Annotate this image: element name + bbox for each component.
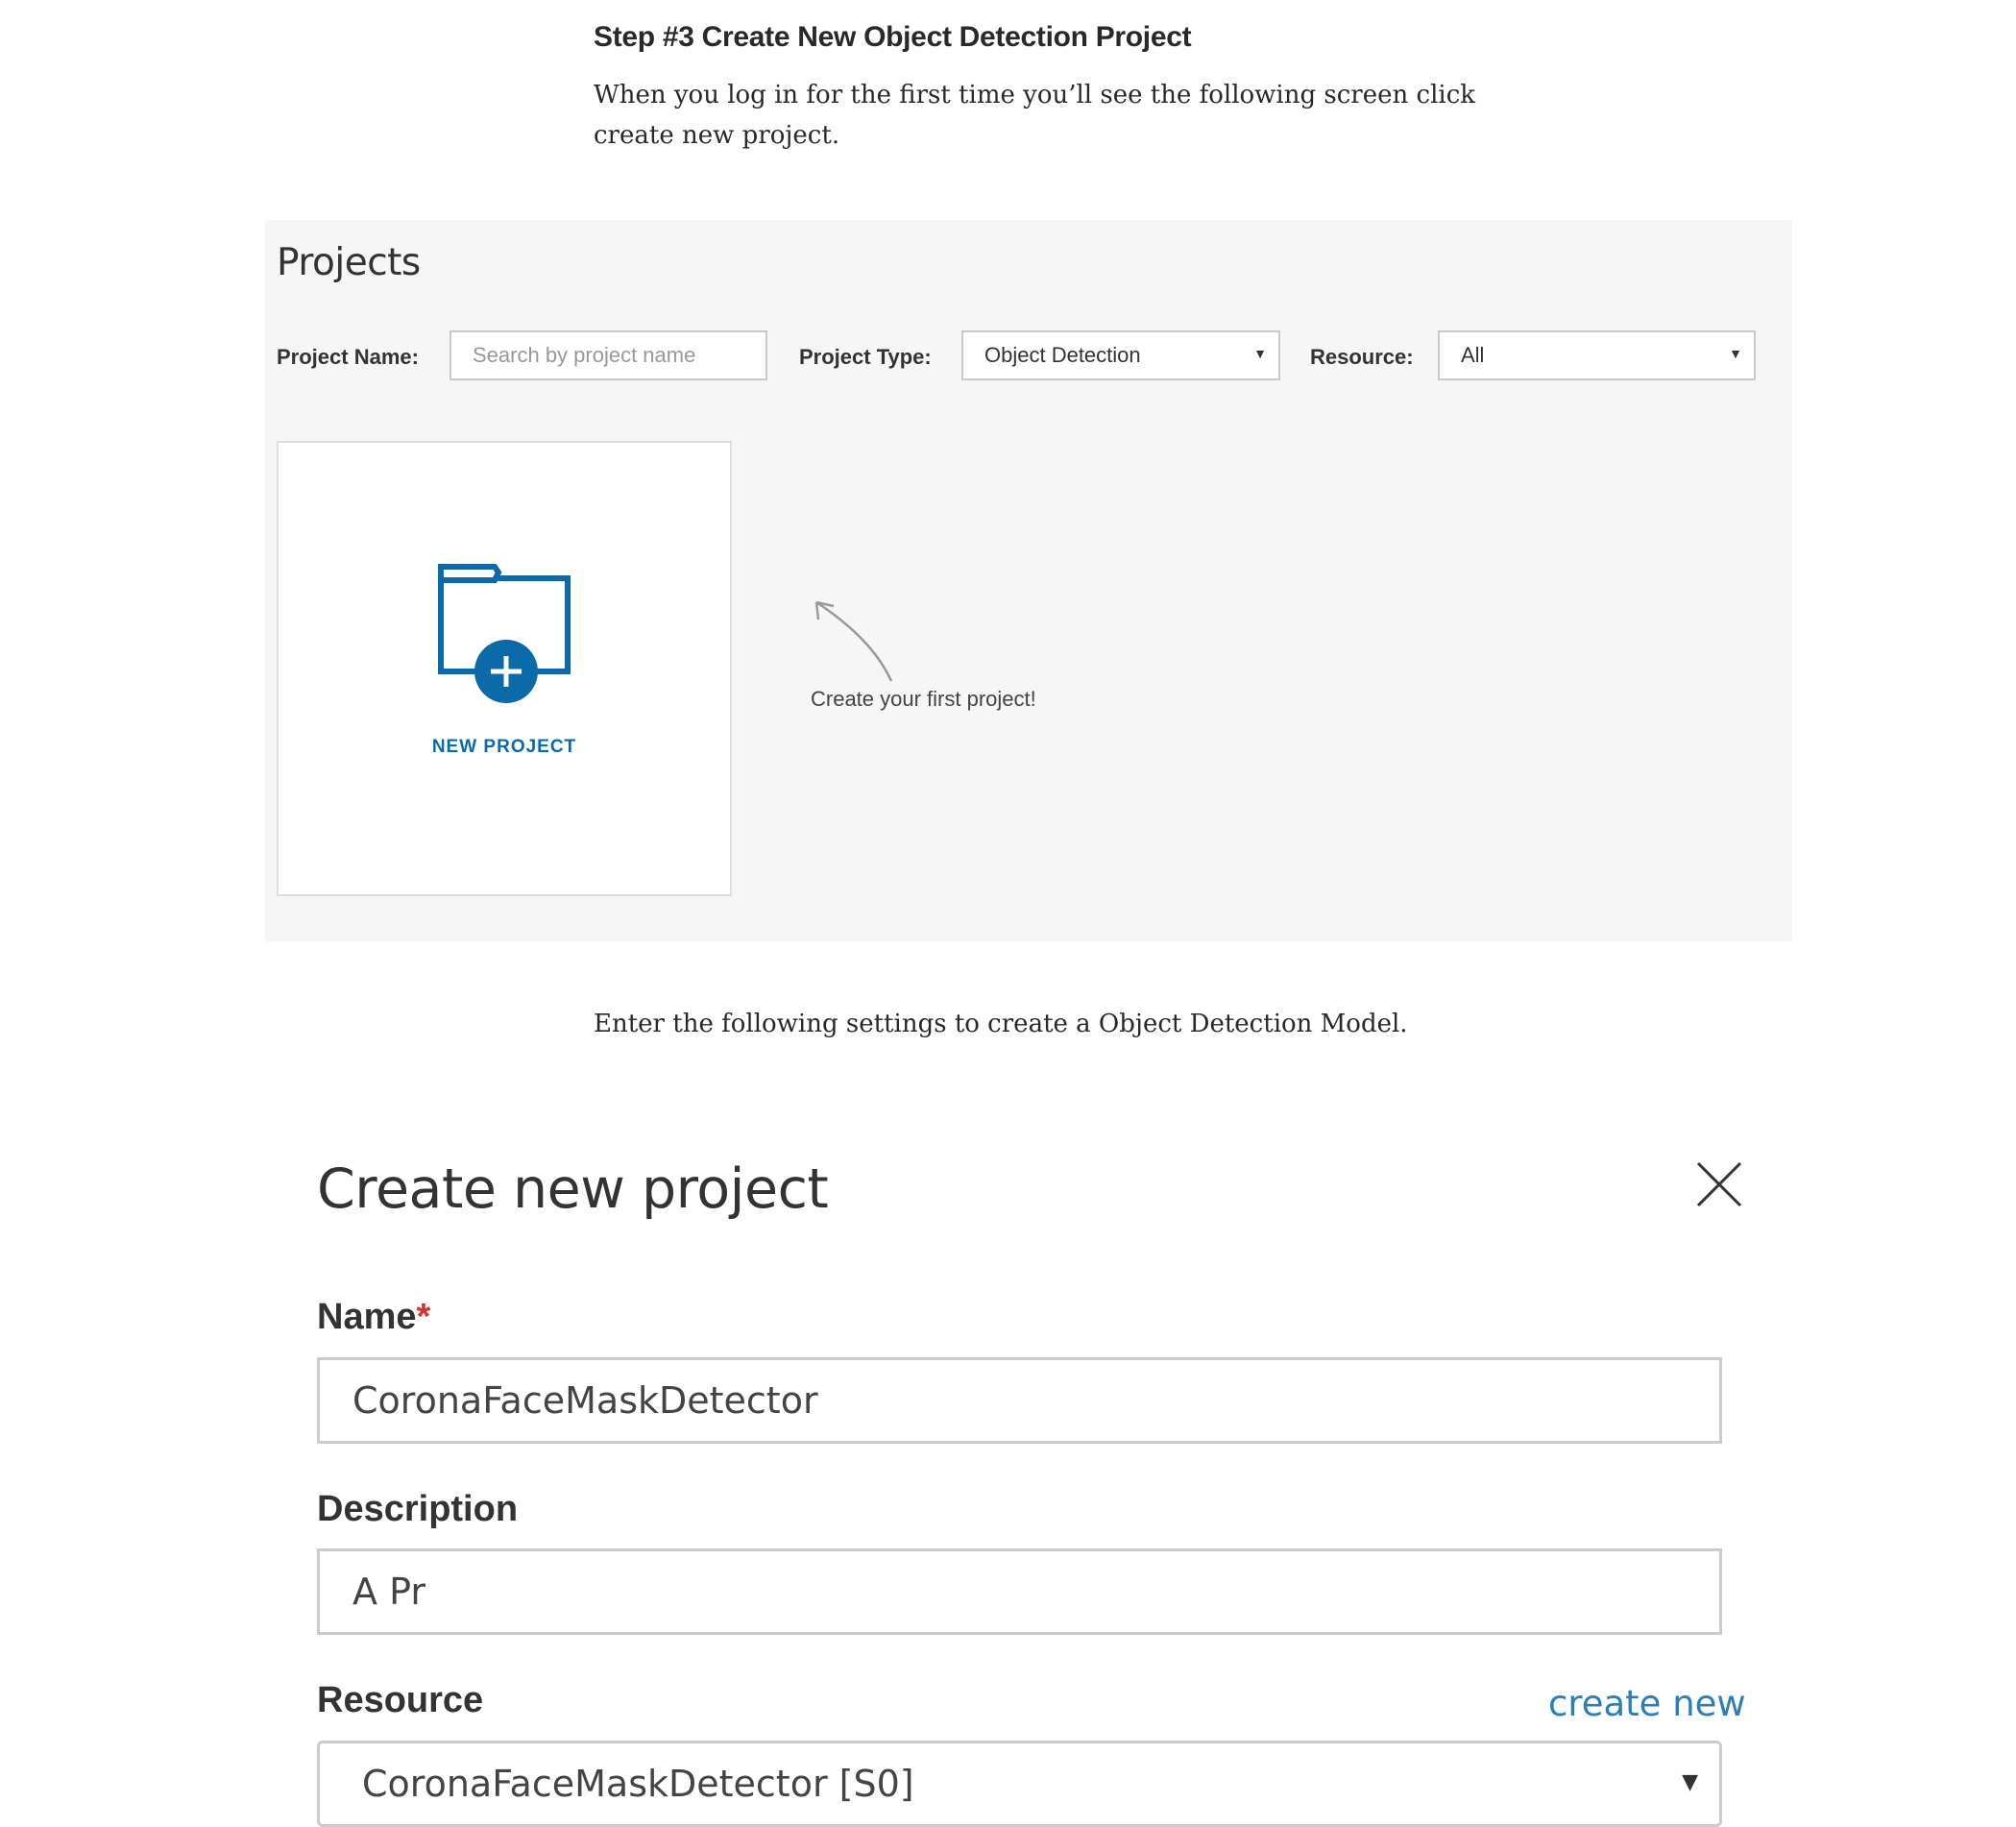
project-type-label: Project Type: xyxy=(799,345,932,369)
resource-value: CoronaFaceMaskDetector [S0] xyxy=(362,1763,914,1805)
resource-filter-select[interactable]: All ▼ xyxy=(1438,330,1756,380)
new-project-label: NEW PROJECT xyxy=(431,737,577,757)
resource-filter-label: Resource: xyxy=(1310,345,1414,369)
project-type-select[interactable]: Object Detection ▼ xyxy=(961,330,1280,380)
project-name-search-input[interactable]: Search by project name xyxy=(449,330,767,380)
settings-paragraph: Enter the following settings to create a… xyxy=(594,1010,1408,1038)
chevron-down-icon: ▼ xyxy=(1253,346,1267,361)
resource-label: Resource xyxy=(317,1680,484,1720)
chevron-down-icon: ▼ xyxy=(1729,346,1742,361)
name-label: Name* xyxy=(317,1297,431,1337)
projects-screenshot: Projects Project Name: Search by project… xyxy=(265,220,1792,941)
step-heading: Step #3 Create New Object Detection Proj… xyxy=(594,21,1192,53)
curved-arrow-icon xyxy=(814,600,893,682)
create-first-project-hint: Create your first project! xyxy=(811,687,1036,711)
project-type-value: Object Detection xyxy=(984,343,1141,367)
resource-select[interactable]: CoronaFaceMaskDetector [S0] ▼ xyxy=(317,1741,1722,1827)
project-name-value: CoronaFaceMaskDetector xyxy=(352,1379,818,1422)
projects-title: Projects xyxy=(277,241,421,284)
new-project-card[interactable]: NEW PROJECT xyxy=(277,441,732,896)
resource-filter-value: All xyxy=(1461,343,1485,367)
close-icon[interactable] xyxy=(1694,1159,1744,1209)
description-label: Description xyxy=(317,1489,519,1529)
folder-plus-icon xyxy=(438,564,571,703)
chevron-down-icon: ▼ xyxy=(1682,1770,1698,1794)
project-name-label: Project Name: xyxy=(277,345,419,369)
required-marker: * xyxy=(416,1297,431,1337)
description-input[interactable]: A Pr xyxy=(317,1548,1722,1635)
search-placeholder: Search by project name xyxy=(473,343,696,367)
intro-paragraph: When you log in for the first time you’l… xyxy=(594,81,1476,150)
create-new-resource-link[interactable]: create new xyxy=(1548,1683,1746,1724)
project-name-input[interactable]: CoronaFaceMaskDetector xyxy=(317,1357,1722,1444)
description-value: A Pr xyxy=(352,1571,425,1613)
dialog-title: Create new project xyxy=(317,1157,829,1221)
